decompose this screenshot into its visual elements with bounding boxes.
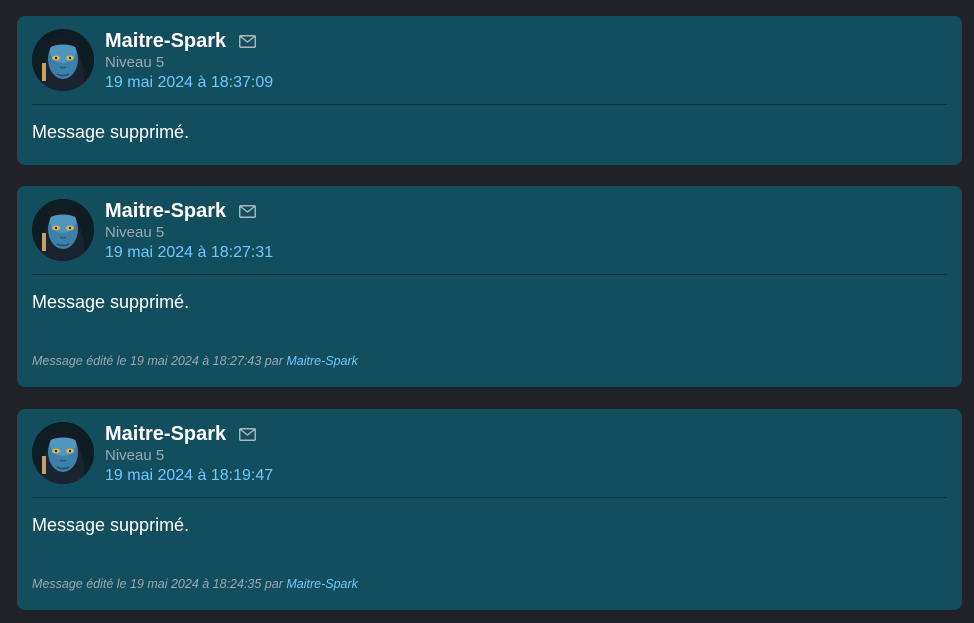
avatar-image [32,29,94,91]
post-message: Message supprimé. [32,515,190,535]
edit-note-text: Message édité le 19 mai 2024 à 18:24:35 … [32,577,287,591]
post-message: Message supprimé. [32,122,190,142]
post-header: Maitre-Spark Niveau 5 19 mai 2024 à 18:3… [32,28,947,105]
author-name[interactable]: Maitre-Spark [105,423,226,446]
author-line: Maitre-Spark [105,421,273,447]
post-header: Maitre-Spark Niveau 5 19 mai 2024 à 18:2… [32,198,947,275]
forum-post: Maitre-Spark Niveau 5 19 mai 2024 à 18:1… [17,409,962,610]
post-message: Message supprimé. [32,292,190,312]
author-line: Maitre-Spark [105,28,273,54]
avatar[interactable] [32,199,94,261]
edit-author-link[interactable]: Maitre-Spark [286,354,358,368]
mail-icon[interactable] [239,427,257,441]
avatar[interactable] [32,422,94,484]
user-level: Niveau 5 [105,447,165,464]
avatar-image [32,199,94,261]
edit-note-text: Message édité le 19 mai 2024 à 18:27:43 … [32,354,287,368]
post-date-link[interactable]: 19 mai 2024 à 18:19:47 [105,465,273,487]
author-block: Maitre-Spark Niveau 5 19 mai 2024 à 18:2… [105,198,273,264]
post-header: Maitre-Spark Niveau 5 19 mai 2024 à 18:1… [32,421,947,498]
author-name[interactable]: Maitre-Spark [105,30,226,53]
user-level: Niveau 5 [105,54,165,71]
mail-icon[interactable] [239,204,257,218]
edit-author-link[interactable]: Maitre-Spark [286,577,358,591]
forum-post: Maitre-Spark Niveau 5 19 mai 2024 à 18:2… [17,186,962,387]
edit-note: Message édité le 19 mai 2024 à 18:24:35 … [32,577,358,591]
author-name[interactable]: Maitre-Spark [105,200,226,223]
author-block: Maitre-Spark Niveau 5 19 mai 2024 à 18:1… [105,421,273,487]
mail-icon[interactable] [239,34,257,48]
author-line: Maitre-Spark [105,198,273,224]
avatar[interactable] [32,29,94,91]
user-level: Niveau 5 [105,224,165,241]
avatar-image [32,422,94,484]
author-block: Maitre-Spark Niveau 5 19 mai 2024 à 18:3… [105,28,273,94]
post-date-link[interactable]: 19 mai 2024 à 18:37:09 [105,72,273,94]
edit-note: Message édité le 19 mai 2024 à 18:27:43 … [32,354,358,368]
post-date-link[interactable]: 19 mai 2024 à 18:27:31 [105,242,273,264]
forum-post: Maitre-Spark Niveau 5 19 mai 2024 à 18:3… [17,16,962,165]
